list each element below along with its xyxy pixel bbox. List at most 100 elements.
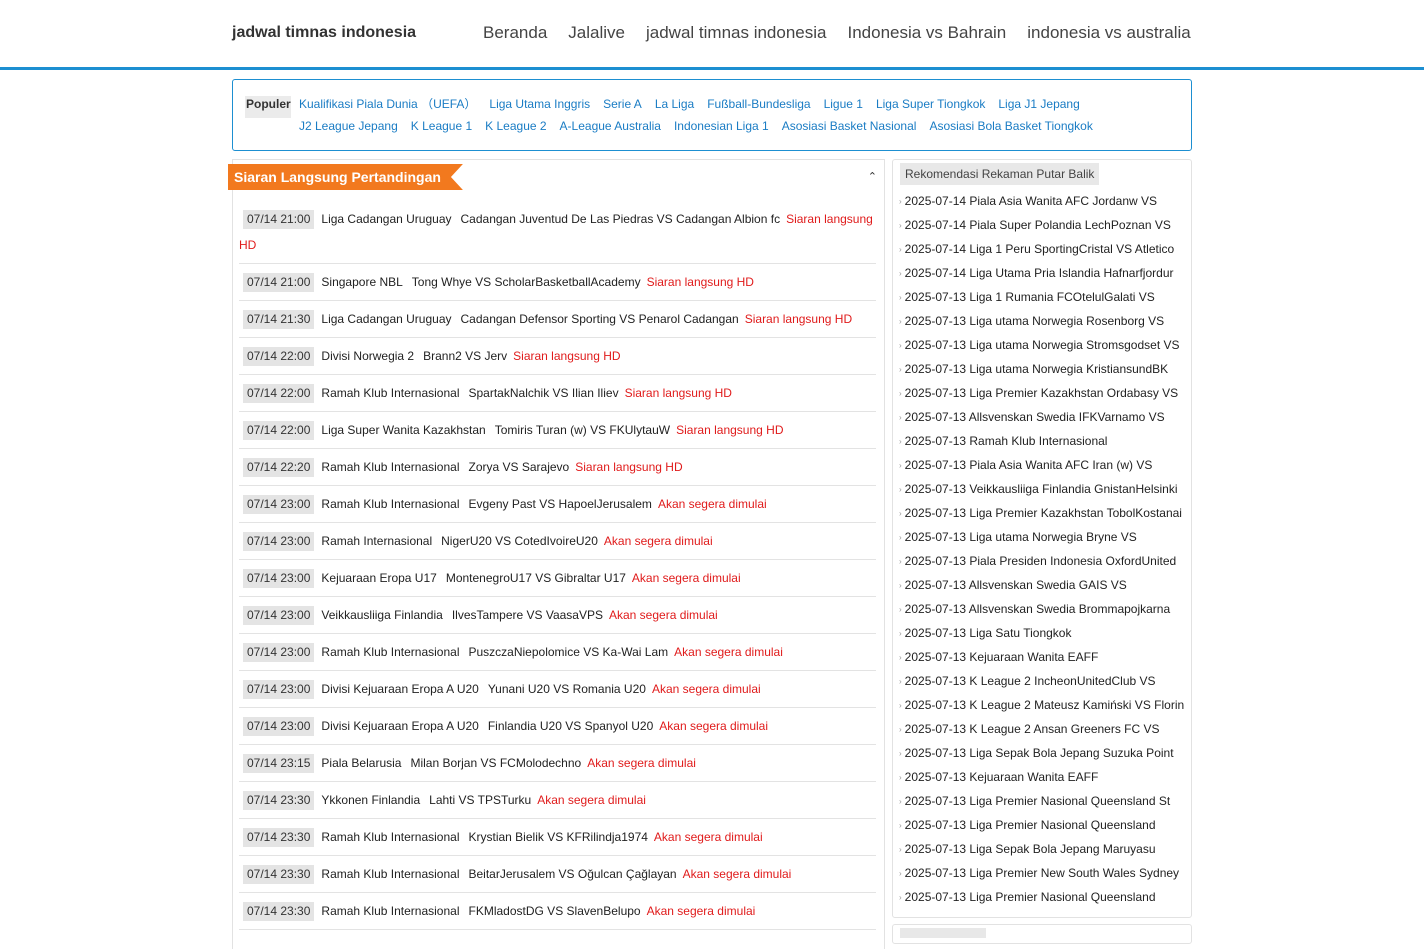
match-row[interactable]: 07/14 23:00 Ramah Klub Internasional Puszc… [239, 634, 876, 671]
site-logo[interactable]: jadwal timnas indonesia [232, 24, 416, 42]
match-status-link[interactable]: Akan segera dimulai [587, 756, 696, 770]
match-status-link[interactable]: Siaran langsung HD [745, 312, 852, 326]
match-status-link[interactable]: Siaran langsung HD [575, 460, 682, 474]
popular-league-link[interactable]: K League 1 [411, 118, 472, 140]
popular-league-link[interactable]: Indonesian Liga 1 [674, 118, 769, 140]
match-row[interactable]: 07/14 23:30 Ykkonen Finlandia Lahti VS TPS… [239, 782, 876, 819]
match-league: Liga Super Wanita Kazakhstan [321, 423, 486, 437]
nav-jalalive[interactable]: Jalalive [568, 23, 625, 43]
replay-item[interactable]: › 2025-07-13 Liga Premier Kazakhstan Tobo… [899, 501, 1189, 525]
match-row[interactable]: 07/14 23:00 Ramah Internasional NigerU20 V… [239, 523, 876, 560]
match-teams: Krystian Bielik VS KFRilindja1974 [468, 830, 648, 844]
popular-league-link[interactable]: Ligue 1 [824, 96, 863, 118]
match-row[interactable]: 07/14 21:30 Liga Cadangan Uruguay Cadangan… [239, 301, 876, 338]
popular-league-link[interactable]: Kualifikasi Piala Dunia （UEFA） [299, 96, 476, 118]
replay-item[interactable]: › 2025-07-14 Piala Asia Wanita AFC Jordan… [899, 189, 1189, 213]
match-row[interactable]: 07/14 22:00 Ramah Klub Internasional Spart… [239, 375, 876, 412]
popular-league-link[interactable]: Fußball-Bundesliga [707, 96, 810, 118]
replay-item[interactable]: › 2025-07-13 Allsvenskan Swedia IFKVarnam… [899, 405, 1189, 429]
match-status-link[interactable]: Siaran langsung HD [625, 386, 732, 400]
match-row[interactable]: 07/14 23:00 Veikkausliiga Finlandia IlvesT… [239, 597, 876, 634]
replay-item-label: 2025-07-13 Liga Premier Nasional Queensl… [904, 818, 1156, 832]
popular-league-link[interactable]: Asosiasi Bola Basket Tiongkok [929, 118, 1092, 140]
match-row[interactable]: 07/14 23:00 Kejuaraan Eropa U17 Montenegro… [239, 560, 876, 597]
match-row[interactable]: 07/14 23:00 Divisi Kejuaraan Eropa A U20 Y… [239, 671, 876, 708]
match-row[interactable]: 07/14 23:30 Ramah Klub Internasional FKMla… [239, 893, 876, 930]
match-status-link[interactable]: Siaran langsung HD [676, 423, 783, 437]
replay-item[interactable]: › 2025-07-13 Liga utama Norwegia Kristian… [899, 357, 1189, 381]
match-status-link[interactable]: Akan segera dimulai [632, 571, 741, 585]
match-teams: SpartakNalchik VS Ilian Iliev [468, 386, 619, 400]
match-row[interactable]: 07/14 21:00 Liga Cadangan Uruguay Cadangan… [239, 201, 876, 264]
popular-league-link[interactable]: La Liga [655, 96, 694, 118]
match-row[interactable]: 07/14 23:00 Divisi Kejuaraan Eropa A U20 F… [239, 708, 876, 745]
match-status-link[interactable]: Akan segera dimulai [683, 867, 792, 881]
replay-item[interactable]: › 2025-07-13 K League 2 IncheonUnitedClub… [899, 669, 1189, 693]
match-teams: NigerU20 VS CotedIvoireU20 [441, 534, 598, 548]
replay-item[interactable]: › 2025-07-13 Liga Sepak Bola Jepang Suzuk… [899, 741, 1189, 765]
replay-item[interactable]: › 2025-07-13 Ramah Klub Internasional [899, 429, 1189, 453]
nav-indonesia-vs-bahrain[interactable]: Indonesia vs Bahrain [847, 23, 1006, 43]
replay-item[interactable]: › 2025-07-13 Allsvenskan Swedia GAIS VS [899, 573, 1189, 597]
replay-item[interactable]: › 2025-07-13 Liga Premier Nasional Queens… [899, 813, 1189, 837]
replay-item[interactable]: › 2025-07-13 Allsvenskan Swedia Brommapoj… [899, 597, 1189, 621]
replay-item[interactable]: › 2025-07-14 Liga Utama Pria Islandia Haf… [899, 261, 1189, 285]
match-row[interactable]: 07/14 21:00 Singapore NBL Tong Whye VS Sch… [239, 264, 876, 301]
popular-league-link[interactable]: K League 2 [485, 118, 546, 140]
match-status-link[interactable]: Akan segera dimulai [659, 719, 768, 733]
match-status-link[interactable]: Akan segera dimulai [537, 793, 646, 807]
replay-item[interactable]: › 2025-07-14 Piala Super Polandia LechPoz… [899, 213, 1189, 237]
match-status-link[interactable]: Akan segera dimulai [604, 534, 713, 548]
replay-item[interactable]: › 2025-07-13 Veikkausliiga Finlandia Gnis… [899, 477, 1189, 501]
replay-item[interactable]: › 2025-07-13 Liga Premier New South Wales… [899, 861, 1189, 885]
popular-league-link[interactable]: A-League Australia [560, 118, 661, 140]
nav-beranda[interactable]: Beranda [483, 23, 547, 43]
collapse-icon[interactable]: ⌃ [868, 170, 877, 183]
match-row[interactable]: 07/14 23:00 Ramah Klub Internasional Evgen… [239, 486, 876, 523]
match-row[interactable]: 07/14 22:00 Divisi Norwegia 2 Brann2 VS Je… [239, 338, 876, 375]
match-status-link[interactable]: Akan segera dimulai [654, 830, 763, 844]
nav-indonesia-vs-australia[interactable]: indonesia vs australia [1027, 23, 1190, 43]
replay-item[interactable]: › 2025-07-13 Piala Asia Wanita AFC Iran (… [899, 453, 1189, 477]
popular-league-link[interactable]: Serie A [603, 96, 642, 118]
replay-item[interactable]: › 2025-07-13 K League 2 Mateusz Kamiński … [899, 693, 1189, 717]
replay-item-label: 2025-07-13 Piala Asia Wanita AFC Iran (w… [904, 458, 1153, 472]
match-row[interactable]: 07/14 23:30 Ramah Klub Internasional Beita… [239, 856, 876, 893]
match-status-link[interactable]: Akan segera dimulai [674, 645, 783, 659]
match-status-link[interactable]: Akan segera dimulai [652, 682, 761, 696]
replay-item[interactable]: › 2025-07-13 K League 2 Ansan Greeners FC… [899, 717, 1189, 741]
popular-league-link[interactable]: Liga J1 Jepang [998, 96, 1079, 118]
replay-item-label: 2025-07-13 K League 2 Ansan Greeners FC … [904, 722, 1160, 736]
replay-item[interactable]: › 2025-07-13 Liga Premier Kazakhstan Orda… [899, 381, 1189, 405]
popular-league-link[interactable]: Asosiasi Basket Nasional [782, 118, 917, 140]
match-time: 07/14 23:00 [243, 680, 315, 699]
popular-league-link[interactable]: Liga Utama Inggris [489, 96, 590, 118]
replay-item[interactable]: › 2025-07-13 Kejuaraan Wanita EAFF [899, 765, 1189, 789]
replay-item[interactable]: › 2025-07-13 Liga utama Norwegia Rosenbor… [899, 309, 1189, 333]
match-status-link[interactable]: Akan segera dimulai [609, 608, 718, 622]
bullet-arrow-icon: › [899, 436, 902, 446]
match-status-link[interactable]: Akan segera dimulai [658, 497, 767, 511]
replay-item[interactable]: › 2025-07-13 Liga 1 Rumania FCOtelulGalat… [899, 285, 1189, 309]
replay-item[interactable]: › 2025-07-13 Liga Sepak Bola Jepang Maruy… [899, 837, 1189, 861]
match-row[interactable]: 07/14 23:15 Piala Belarusia Milan Borjan V… [239, 745, 876, 782]
replay-item[interactable]: › 2025-07-14 Liga 1 Peru SportingCristal … [899, 237, 1189, 261]
replay-item[interactable]: › 2025-07-13 Kejuaraan Wanita EAFF [899, 645, 1189, 669]
replay-item[interactable]: › 2025-07-13 Liga Satu Tiongkok [899, 621, 1189, 645]
match-status-link[interactable]: Siaran langsung HD [647, 275, 754, 289]
replay-item[interactable]: › 2025-07-13 Liga utama Norwegia Bryne VS [899, 525, 1189, 549]
match-teams: Lahti VS TPSTurku [429, 793, 532, 807]
match-status-link[interactable]: Siaran langsung HD [513, 349, 620, 363]
match-row[interactable]: 07/14 23:30 Ramah Klub Internasional Kryst… [239, 819, 876, 856]
nav-jadwal-timnas[interactable]: jadwal timnas indonesia [646, 23, 827, 43]
popular-league-link[interactable]: J2 League Jepang [299, 118, 398, 140]
match-status-link[interactable]: Akan segera dimulai [647, 904, 756, 918]
replay-item[interactable]: › 2025-07-13 Liga Premier Nasional Queens… [899, 789, 1189, 813]
match-row[interactable]: 07/14 22:20 Ramah Klub Internasional Zorya… [239, 449, 876, 486]
replay-item[interactable]: › 2025-07-13 Piala Presiden Indonesia Oxf… [899, 549, 1189, 573]
replay-item[interactable]: › 2025-07-13 Liga utama Norwegia Stromsgo… [899, 333, 1189, 357]
popular-league-link[interactable]: Liga Super Tiongkok [876, 96, 985, 118]
match-league: Ramah Klub Internasional [321, 460, 460, 474]
replay-item[interactable]: › 2025-07-13 Liga Premier Nasional Queens… [899, 885, 1189, 909]
match-row[interactable]: 07/14 22:00 Liga Super Wanita Kazakhstan T… [239, 412, 876, 449]
